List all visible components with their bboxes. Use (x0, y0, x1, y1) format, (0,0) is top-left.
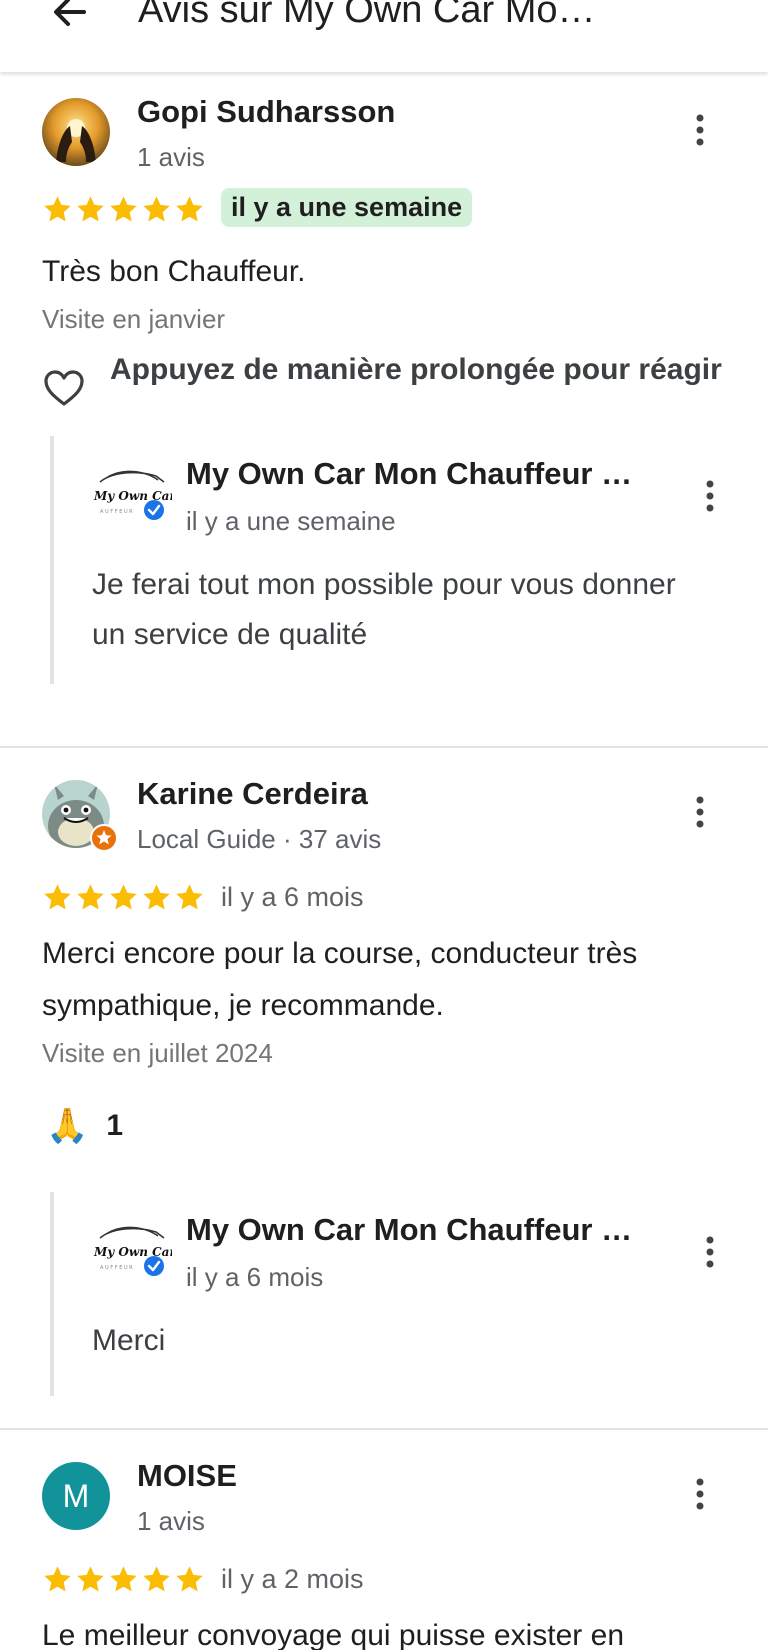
more-vert-icon[interactable] (680, 792, 720, 832)
owner-reply-time: il y a une semaine (186, 506, 396, 536)
avatar[interactable] (42, 98, 110, 166)
star-rating (42, 882, 205, 913)
author-meta: Local Guide · 37 avis (137, 824, 382, 854)
owner-reply-time: il y a 6 mois (186, 1262, 324, 1292)
owner-name[interactable]: My Own Car Mon Chauffeur … (186, 456, 632, 492)
star-icon (110, 884, 137, 910)
reaction-count: 1 (106, 1109, 124, 1142)
star-icon (143, 884, 170, 910)
more-vert-icon[interactable] (690, 476, 730, 516)
review-time: il y a 2 mois (221, 1564, 364, 1594)
owner-reply-text: Je ferai tout mon possible pour vous don… (92, 568, 676, 651)
heart-icon[interactable] (42, 368, 86, 408)
review-text: Très bon Chauffeur. (42, 255, 306, 288)
star-rating (42, 1564, 205, 1595)
logo-text: My Own Car (93, 489, 172, 503)
author-name[interactable]: MOISE (137, 1458, 237, 1494)
star-icon (176, 884, 203, 910)
business-logo[interactable]: My Own Car A U F F E U R (92, 458, 172, 528)
star-icon (176, 196, 203, 222)
review-card: Gopi Sudharsson 1 avis il y a une semain… (0, 72, 768, 708)
react-prompt[interactable]: Appuyez de manière prolongée pour réagir (42, 350, 722, 440)
svg-text:A U F F E U R: A U F F E U R (100, 1265, 133, 1271)
reaction-summary[interactable]: 🙏 1 (46, 1106, 123, 1146)
more-vert-icon[interactable] (680, 110, 720, 150)
star-icon (44, 196, 71, 222)
review-text: Merci encore pour la course, conducteur … (42, 937, 638, 1022)
author-meta: 1 avis (137, 142, 205, 172)
star-icon (77, 196, 104, 222)
app-header: Avis sur My Own Car Mo… (0, 0, 768, 72)
avatar[interactable] (42, 780, 118, 852)
star-rating (42, 194, 205, 225)
star-icon (77, 1566, 104, 1592)
review-time: il y a une semaine (221, 188, 473, 227)
business-logo[interactable]: My Own Car A U F F E U R (92, 1214, 172, 1284)
review-text: Le meilleur convoyage qui puisse exister… (42, 1619, 624, 1650)
more-vert-icon[interactable] (690, 1232, 730, 1272)
page-title: Avis sur My Own Car Mo… (138, 0, 596, 31)
react-prompt-label: Appuyez de manière prolongée pour réagir (110, 353, 722, 386)
author-name[interactable]: Gopi Sudharsson (137, 94, 395, 130)
visit-date: Visite en juillet 2024 (42, 1038, 273, 1068)
star-icon (110, 196, 137, 222)
logo-text: My Own Car (93, 1245, 172, 1259)
avatar-letter: M (62, 1478, 90, 1514)
arrow-left-icon[interactable] (46, 0, 94, 36)
visit-date: Visite en janvier (42, 304, 226, 334)
star-icon (143, 1566, 170, 1592)
svg-text:A U F F E U R: A U F F E U R (100, 509, 133, 515)
author-name[interactable]: Karine Cerdeira (137, 776, 368, 812)
owner-reply: My Own Car A U F F E U R My Own Car Mon … (50, 1192, 740, 1396)
local-guide-badge-icon (90, 824, 118, 852)
owner-reply-text: Merci (92, 1324, 166, 1357)
star-icon (143, 196, 170, 222)
star-icon (176, 1566, 203, 1592)
owner-name[interactable]: My Own Car Mon Chauffeur … (186, 1212, 632, 1248)
star-icon (44, 884, 71, 910)
star-icon (77, 884, 104, 910)
praying-hands-icon: 🙏 (46, 1107, 89, 1145)
owner-reply: My Own Car A U F F E U R My Own Car Mon … (50, 436, 740, 684)
review-time: il y a 6 mois (221, 882, 364, 912)
author-meta: 1 avis (137, 1506, 205, 1536)
avatar[interactable]: M (42, 1462, 110, 1530)
review-card: Karine Cerdeira Local Guide · 37 avis il… (0, 748, 768, 1428)
star-icon (44, 1566, 71, 1592)
review-card: M MOISE 1 avis il y a 2 mois Le meilleur… (0, 1430, 768, 1650)
star-icon (110, 1566, 137, 1592)
more-vert-icon[interactable] (680, 1474, 720, 1514)
